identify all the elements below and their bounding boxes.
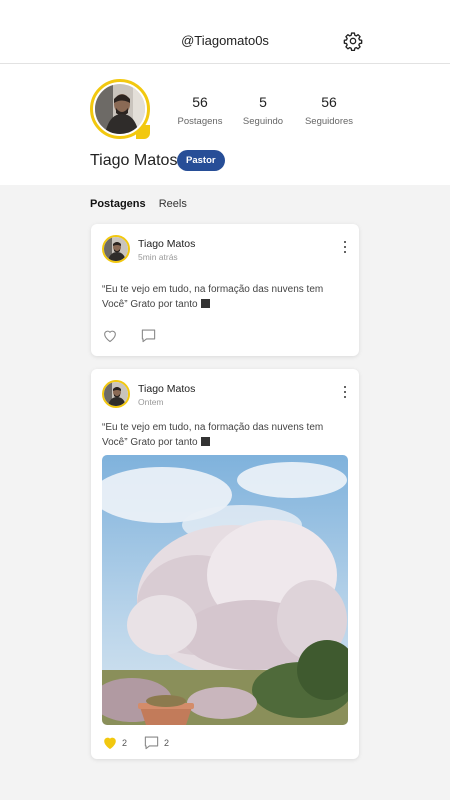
post-card: Tiago Matos 5min atrás “Eu te vejo em tu… [91, 224, 359, 356]
post-text-content: “Eu te vejo em tudo, na formação das nuv… [102, 284, 324, 310]
like-count: 2 [122, 737, 128, 748]
post-author-avatar[interactable] [102, 235, 130, 263]
comment-count: 2 [164, 737, 170, 748]
more-options-icon[interactable] [340, 386, 350, 402]
role-badge[interactable]: Pastor [177, 150, 225, 171]
heart-icon [104, 330, 116, 343]
post-author-name[interactable]: Tiago Matos [138, 383, 195, 395]
post-text: “Eu te vejo em tudo, na formação das nuv… [102, 282, 345, 312]
profile-name: Tiago Matos [90, 152, 178, 169]
profile-handle: @Tiagomato0s [181, 33, 269, 48]
stat-following[interactable]: 5 Seguindo [228, 94, 298, 127]
post-actions: 2 2 [102, 735, 185, 750]
post-text-content: “Eu te vejo em tudo, na formação das nuv… [102, 422, 324, 448]
comment-icon [144, 736, 159, 750]
post-timestamp: Ontem [138, 397, 164, 407]
post-author-avatar[interactable] [102, 380, 130, 408]
profile-avatar[interactable] [90, 79, 150, 139]
stat-following-value: 5 [259, 94, 267, 110]
stat-posts-value: 56 [192, 94, 208, 110]
comment-button[interactable]: 2 [143, 735, 169, 750]
post-author-name[interactable]: Tiago Matos [138, 238, 195, 250]
post-card: Tiago Matos Ontem “Eu te vejo em tudo, n… [91, 369, 359, 759]
comment-button[interactable] [140, 328, 157, 343]
profile-tabs: Postagens Reels [90, 198, 197, 210]
heart-filled-icon [104, 737, 116, 750]
stat-followers[interactable]: 56 Seguidores [294, 94, 364, 127]
gear-icon[interactable] [343, 31, 363, 52]
like-button[interactable] [102, 328, 118, 343]
stat-followers-label: Seguidores [304, 116, 354, 127]
post-actions [102, 328, 173, 343]
post-text: “Eu te vejo em tudo, na formação das nuv… [102, 420, 345, 450]
post-timestamp: 5min atrás [138, 252, 178, 262]
tab-postagens[interactable]: Postagens [90, 198, 146, 210]
emoji-square [201, 437, 211, 446]
tab-reels[interactable]: Reels [159, 198, 187, 210]
profile-section: 56 Postagens 5 Seguindo 56 Seguidores Ti… [0, 64, 450, 185]
top-bar: @Tiagomato0s [0, 0, 450, 64]
avatar-photo [95, 84, 145, 134]
comment-icon [141, 329, 156, 343]
stat-followers-value: 56 [321, 94, 337, 110]
more-options-icon[interactable] [340, 241, 350, 257]
stat-following-label: Seguindo [242, 116, 284, 127]
post-image[interactable] [102, 455, 348, 725]
stat-posts-label: Postagens [177, 116, 223, 127]
emoji-square [201, 299, 211, 308]
like-button[interactable]: 2 [102, 735, 127, 750]
stat-posts[interactable]: 56 Postagens [165, 94, 235, 127]
